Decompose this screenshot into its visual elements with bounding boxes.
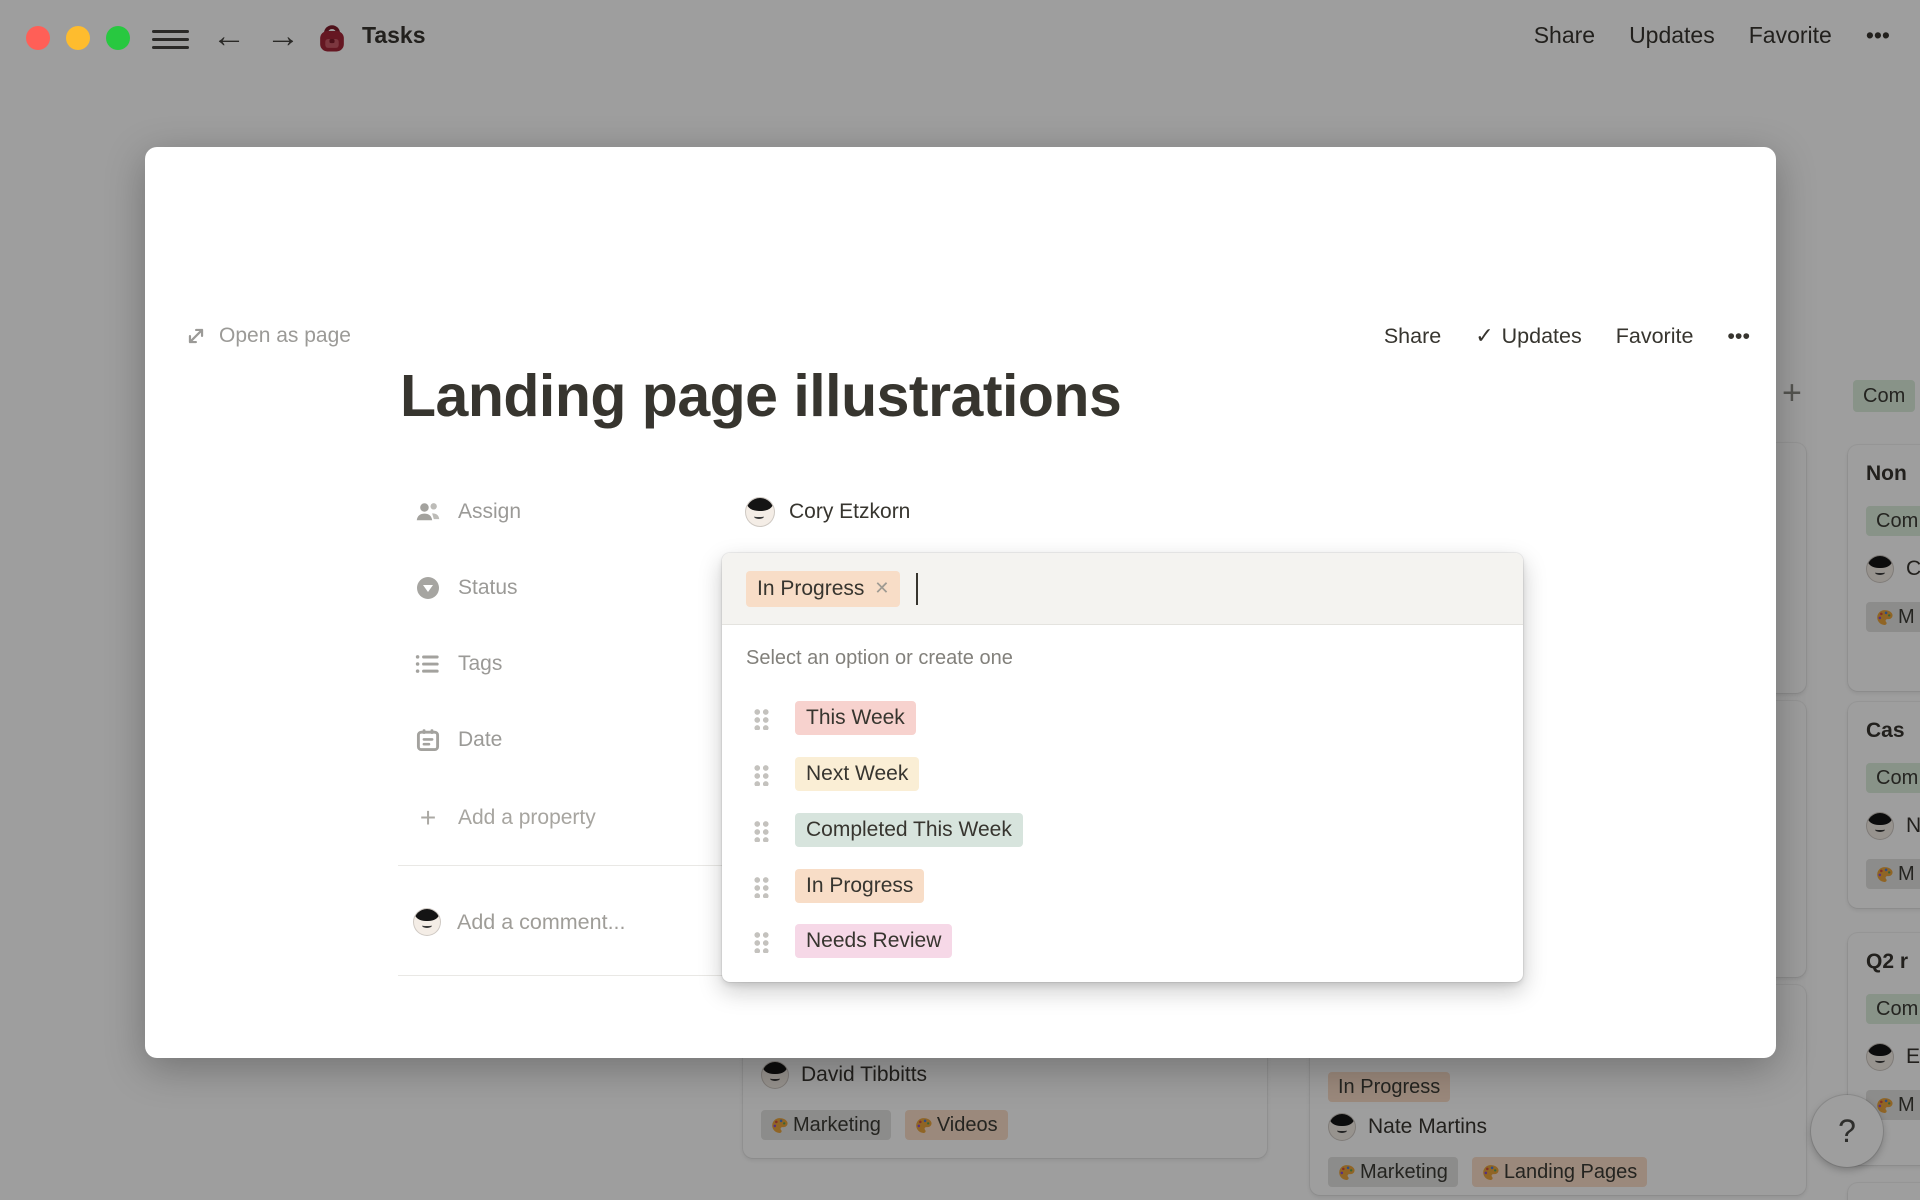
status-option-this-week[interactable]: This Week: [722, 692, 1523, 744]
screen: ← → Tasks Share Updates Favorite ••• + C…: [0, 0, 1920, 1200]
modal-favorite-button[interactable]: Favorite: [1616, 324, 1694, 349]
drag-handle-icon[interactable]: [752, 874, 769, 898]
calendar-icon: [415, 728, 441, 752]
drag-handle-icon[interactable]: [752, 929, 769, 953]
modal-updates-button[interactable]: ✓ Updates: [1475, 323, 1582, 349]
modal-share-button[interactable]: Share: [1384, 324, 1441, 349]
zoom-window-button[interactable]: [106, 26, 130, 50]
assignee-name: Cory Etzkorn: [789, 500, 911, 523]
status-search-input[interactable]: In Progress ✕: [722, 553, 1523, 625]
open-as-page-label: Open as page: [219, 324, 351, 347]
comment-placeholder: Add a comment...: [457, 909, 626, 934]
status-option-chip: Next Week: [795, 757, 920, 791]
assign-value[interactable]: Cory Etzkorn: [745, 497, 910, 527]
avatar: [413, 908, 441, 936]
status-option-next-week[interactable]: Next Week: [722, 748, 1523, 800]
property-status[interactable]: Status: [415, 568, 518, 608]
drag-handle-icon[interactable]: [752, 818, 769, 842]
property-date[interactable]: Date: [415, 720, 502, 760]
drag-handle-icon[interactable]: [752, 706, 769, 730]
page-title[interactable]: Landing page illustrations: [400, 362, 1122, 430]
property-tags[interactable]: Tags: [415, 644, 502, 684]
status-option-chip: Needs Review: [795, 924, 953, 958]
avatar: [745, 497, 775, 527]
dropdown-hint: Select an option or create one: [746, 647, 1013, 669]
status-option-in-progress[interactable]: In Progress: [722, 860, 1523, 912]
text-cursor: [916, 572, 919, 605]
status-option-chip: This Week: [795, 701, 916, 735]
expand-diagonal-icon: [188, 328, 204, 344]
add-comment-row[interactable]: Add a comment...: [413, 908, 626, 936]
add-property-button[interactable]: + Add a property: [415, 798, 596, 838]
window-controls: [26, 26, 130, 50]
tags-label: Tags: [458, 652, 503, 675]
assign-label: Assign: [458, 500, 522, 523]
modal-actions: Share ✓ Updates Favorite •••: [1384, 323, 1750, 349]
status-option-completed-this-week[interactable]: Completed This Week: [722, 804, 1523, 856]
modal-more-button[interactable]: •••: [1727, 324, 1750, 349]
check-icon: ✓: [1475, 323, 1494, 348]
remove-chip-icon[interactable]: ✕: [874, 578, 889, 599]
open-as-page-button[interactable]: Open as page: [185, 324, 351, 348]
selected-status-label: In Progress: [757, 576, 865, 600]
date-label: Date: [458, 728, 503, 751]
property-assign[interactable]: Assign: [415, 492, 521, 532]
status-option-needs-review[interactable]: Needs Review: [722, 915, 1523, 967]
status-dropdown-icon: [415, 577, 441, 599]
status-option-chip: In Progress: [795, 869, 925, 903]
status-option-chip: Completed This Week: [795, 813, 1023, 847]
plus-icon: +: [419, 802, 437, 833]
drag-handle-icon[interactable]: [752, 762, 769, 786]
close-window-button[interactable]: [26, 26, 50, 50]
selected-status-chip: In Progress ✕: [746, 570, 901, 607]
add-property-label: Add a property: [458, 806, 596, 829]
status-label: Status: [458, 576, 518, 599]
list-icon: [415, 653, 441, 675]
status-dropdown-menu: In Progress ✕ Select an option or create…: [722, 553, 1523, 982]
people-icon: [415, 500, 441, 524]
minimize-window-button[interactable]: [66, 26, 90, 50]
